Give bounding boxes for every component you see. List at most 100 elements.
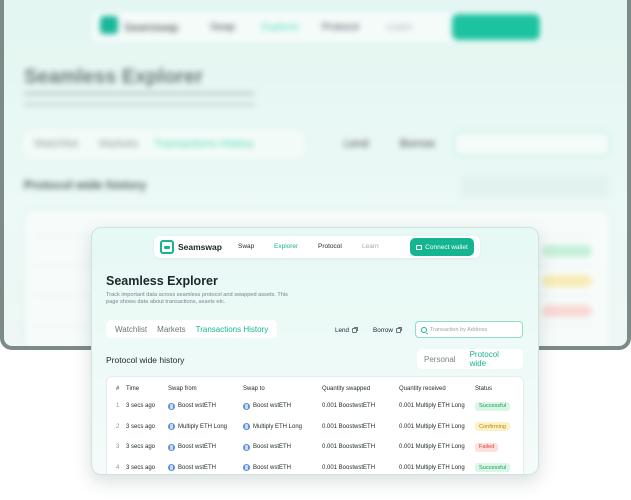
history-scope-toggle: Personal Protocol wide [417, 349, 523, 369]
cell-swap-to: Multiply ETH Long [243, 417, 302, 437]
section-title: Protocol wide history [106, 355, 185, 365]
search-input[interactable] [430, 326, 520, 333]
toggle-personal[interactable]: Personal [417, 355, 463, 364]
cell-quantity-received: 0.001 Multiply ETH Long [399, 417, 465, 437]
token-icon [168, 423, 175, 430]
cell-quantity-received-text: 0.001 Multiply ETH Long [399, 444, 465, 450]
tab-transactions-history[interactable]: Transactions History [191, 325, 274, 334]
search-box[interactable] [415, 321, 523, 338]
cell-quantity-swapped-text: 0.001 BoostwstETH [322, 444, 376, 450]
bg-tab-markets: Markets [99, 138, 139, 150]
cell-time: 3 secs ago [126, 437, 155, 457]
connect-wallet-button[interactable]: Connect wallet [410, 238, 474, 256]
cell-quantity-swapped-text: 0.001 BoostwstETH [322, 423, 376, 430]
cell-swap-to-text: Boost wstETH [253, 403, 292, 409]
cell-quantity-swapped-text: 0.001 BoostwstETH [322, 464, 376, 471]
seamswap-logo-icon[interactable] [160, 240, 174, 254]
borrow-label: Borrow [373, 327, 393, 334]
bg-brand: Seamswap [124, 22, 179, 34]
explorer-panel: Seamswap Swap Explorer Protocol Learn Co… [91, 227, 539, 475]
token-icon [168, 443, 175, 451]
navbar: Seamswap Swap Explorer Protocol Learn Co… [154, 236, 480, 258]
toggle-protocol-wide[interactable]: Protocol wide [463, 350, 523, 368]
header-quantity-swapped: Quantity swapped [322, 386, 371, 392]
bg-nav-swap: Swap [210, 22, 236, 33]
token-icon [168, 402, 175, 410]
cell-time: 3 secs ago [126, 396, 155, 416]
table-row[interactable]: 4 3 secs ago Boost wstETH Boost wstETH 0.001… [107, 458, 523, 475]
nav-swap[interactable]: Swap [238, 243, 254, 250]
cell-time-text: 3 secs ago [126, 464, 156, 471]
cell-time-text: 3 secs ago [126, 423, 156, 430]
nav-learn[interactable]: Learn [362, 243, 379, 250]
cell-quantity-received: 0.001 Multiply ETH Long [399, 396, 465, 416]
cell-time: 3 secs ago [126, 458, 156, 475]
table-row[interactable]: 3 3 secs ago Boost wstETH Boost wstETH 0.001… [107, 437, 523, 457]
lend-label: Lend [335, 327, 350, 334]
cell-index: 3 [116, 437, 119, 457]
bg-page-title: Seamless Explorer [24, 66, 203, 88]
cell-index-text: 2 [116, 423, 120, 430]
table-row[interactable]: 1 3 secs ago Boost wstETH Boost wstETH 0.001… [107, 396, 523, 416]
search-icon [421, 326, 427, 333]
cell-swap-from: Boost wstETH [168, 396, 216, 416]
bg-status-pill [542, 245, 592, 257]
cell-index-text: 3 [116, 444, 120, 450]
bg-lend-link: Lend [344, 138, 369, 150]
cell-swap-to: Boost wstETH [243, 458, 292, 475]
nav-explorer[interactable]: Explorer [274, 243, 298, 250]
cell-index: 4 [116, 458, 120, 475]
cell-swap-to-text: Boost wstETH [253, 464, 292, 471]
token-icon [243, 464, 250, 471]
cell-swap-from: Multiply ETH Long [168, 417, 227, 437]
cell-index: 1 [116, 396, 119, 416]
cell-index-text: 1 [116, 403, 120, 409]
bg-connect-button [452, 14, 540, 40]
connect-wallet-label: Connect wallet [425, 243, 468, 251]
cell-quantity-received: 0.001 Multiply ETH Long [399, 437, 465, 457]
explorer-tabs: Watchlist Markets Transactions History [106, 320, 278, 338]
cell-swap-from-text: Multiply ETH Long [178, 423, 228, 430]
bg-nav-learn: Learn [387, 22, 413, 33]
tab-watchlist[interactable]: Watchlist [110, 325, 152, 334]
cell-status: Successful [475, 458, 511, 475]
wallet-icon [416, 244, 423, 250]
bg-page-description [24, 92, 254, 106]
cell-swap-to: Boost wstETH [243, 437, 291, 457]
cell-quantity-received: 0.001 Multiply ETH Long [399, 458, 465, 475]
cell-status: Successful [475, 396, 511, 416]
token-icon [243, 423, 250, 430]
status-badge: Confirming [475, 422, 511, 431]
transactions-table: # Time Swap from Swap to Quantity swappe… [106, 376, 524, 475]
bg-nav-protocol: Protocol [322, 22, 359, 33]
cell-quantity-received-text: 0.001 Multiply ETH Long [399, 464, 465, 471]
cell-time-text: 3 secs ago [126, 444, 156, 450]
bg-section-title: Protocol wide history [24, 178, 147, 192]
cell-swap-from: Boost wstETH [168, 458, 217, 475]
bg-search [454, 132, 610, 156]
lend-link[interactable]: Lend [335, 327, 359, 334]
external-link-icon [352, 327, 359, 333]
cell-swap-from-text: Boost wstETH [178, 444, 217, 450]
status-badge: Successful [475, 463, 511, 472]
tab-markets[interactable]: Markets [152, 325, 190, 334]
table-row[interactable]: 2 3 secs ago Multiply ETH Long Multiply ETH… [107, 417, 523, 437]
header-swap-from: Swap from [168, 386, 197, 392]
cell-time-text: 3 secs ago [126, 403, 156, 409]
bg-toggle [460, 174, 610, 198]
cell-index-text: 4 [116, 464, 120, 471]
cell-quantity-swapped: 0.001 BoostwstETH [322, 417, 375, 437]
brand-name[interactable]: Seamswap [178, 242, 222, 252]
nav-protocol[interactable]: Protocol [318, 243, 342, 250]
cell-swap-from: Boost wstETH [168, 437, 216, 457]
cell-swap-from-text: Boost wstETH [178, 464, 217, 471]
page-title: Seamless Explorer [106, 274, 218, 288]
cell-quantity-swapped-text: 0.001 BoostwstETH [322, 403, 376, 409]
cell-swap-from-text: Boost wstETH [178, 403, 217, 409]
external-link-icon [395, 327, 402, 333]
bg-tab-watchlist: Watchlist [34, 138, 79, 150]
page-description: Track important data across seamless pro… [106, 292, 288, 305]
status-badge: Failed [475, 442, 499, 452]
bg-nav-explorer: Explorer [262, 22, 300, 33]
borrow-link[interactable]: Borrow [373, 327, 402, 334]
